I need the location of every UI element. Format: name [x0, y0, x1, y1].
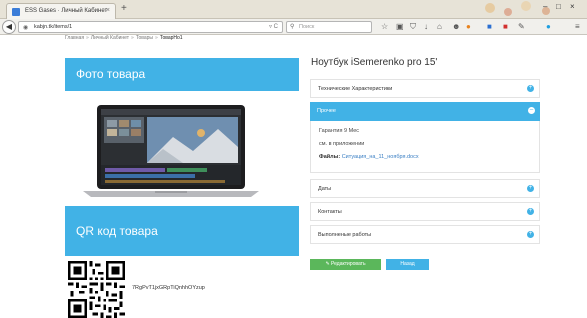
tab-title: ESS Gases · Личный Кабинет: [25, 8, 108, 14]
accordion-dates-label: Даты: [318, 186, 332, 192]
expand-icon[interactable]: +: [527, 208, 534, 215]
browser-nav-bar: ◀ ◉ kabjn.tk/items/1 ▿ C ⚲ Поиск ☆ ▣ ⛉ ↓…: [0, 19, 587, 35]
product-image: [83, 105, 259, 197]
expand-icon[interactable]: +: [527, 85, 534, 92]
extension-icon[interactable]: ●: [546, 22, 551, 32]
back-arrow-icon[interactable]: ◀: [2, 20, 16, 34]
expand-icon[interactable]: +: [527, 185, 534, 192]
files-label: Файлы:: [319, 154, 341, 160]
breadcrumb: Главная» Личный Кабинет» Товары» ТоварНо1: [65, 35, 183, 41]
accordion-dates[interactable]: Даты +: [310, 179, 540, 198]
qr-code-image: [68, 261, 125, 318]
star-icon[interactable]: ☆: [381, 22, 388, 32]
favicon-icon: [12, 8, 20, 16]
file-link[interactable]: Ситуация_на_11_ноября.docx: [342, 154, 419, 160]
accordion-other-body: Гарантия 9 Мес см. в приложении Файлы: С…: [310, 121, 540, 173]
accordion-works[interactable]: Выполненые работы +: [310, 225, 540, 244]
extension-icon[interactable]: ✎: [518, 22, 525, 32]
edit-button[interactable]: ✎ Редактировать: [310, 259, 381, 270]
close-window-button[interactable]: ×: [570, 2, 575, 11]
home-icon[interactable]: ⌂: [437, 22, 442, 32]
attachment-text: см. в приложении: [319, 141, 365, 147]
new-tab-button[interactable]: +: [121, 3, 127, 15]
url-text: kabjn.tk/items/1: [34, 24, 73, 30]
download-icon[interactable]: ↓: [424, 22, 428, 32]
globe-icon: ◉: [23, 25, 29, 31]
search-input[interactable]: ⚲ Поиск: [286, 21, 372, 33]
accordion-contacts-label: Контакты: [318, 209, 342, 215]
close-tab-icon[interactable]: ×: [106, 7, 110, 14]
qr-section-header: QR код товара: [65, 206, 299, 256]
extension-icon[interactable]: ■: [503, 22, 508, 32]
reload-icon[interactable]: ▿ C: [269, 23, 278, 30]
breadcrumb-link[interactable]: Личный Кабинет: [91, 35, 129, 41]
address-bar[interactable]: ◉ kabjn.tk/items/1 ▿ C: [18, 21, 283, 33]
clipboard-icon[interactable]: ▣: [396, 22, 404, 32]
minimize-button[interactable]: –: [543, 2, 547, 11]
menu-icon[interactable]: ≡: [575, 22, 580, 32]
shield-icon[interactable]: ⛉: [410, 22, 416, 32]
accordion-other-label: Прочее: [317, 108, 336, 114]
browser-tab-bar: ESS Gases · Личный Кабинет × + – □ ×: [0, 0, 587, 19]
breadcrumb-link[interactable]: Главная: [65, 35, 84, 41]
accordion-contacts[interactable]: Контакты +: [310, 202, 540, 221]
search-placeholder: Поиск: [299, 24, 315, 30]
browser-tab[interactable]: ESS Gases · Личный Кабинет ×: [6, 3, 116, 19]
breadcrumb-current: ТоварНо1: [159, 35, 183, 41]
files-line: Файлы: Ситуация_на_11_ноября.docx: [319, 154, 419, 160]
photo-section-header: Фото товара: [65, 58, 299, 91]
accordion-specs-label: Технические Характеристики: [318, 86, 393, 92]
product-title: Ноутбук iSemerenko pro 15': [311, 57, 438, 68]
breadcrumb-link[interactable]: Товары: [136, 35, 153, 41]
extension-icon[interactable]: ■: [487, 22, 492, 32]
warranty-text: Гарантия 9 Мес: [319, 128, 360, 134]
smiley-icon[interactable]: ☻: [452, 22, 460, 32]
qr-code-text: 7RgPvT1jxGRpTiQnhhOYzup: [132, 285, 205, 291]
accordion-specs[interactable]: Технические Характеристики +: [310, 79, 540, 98]
search-icon: ⚲: [290, 24, 295, 30]
accordion-other[interactable]: Прочее –: [310, 102, 540, 121]
expand-icon[interactable]: +: [527, 231, 534, 238]
maximize-button[interactable]: □: [556, 2, 561, 11]
extension-icon[interactable]: ●: [466, 22, 471, 32]
back-button[interactable]: Назад: [386, 259, 429, 270]
collapse-icon[interactable]: –: [528, 107, 535, 114]
accordion-works-label: Выполненые работы: [318, 232, 372, 238]
